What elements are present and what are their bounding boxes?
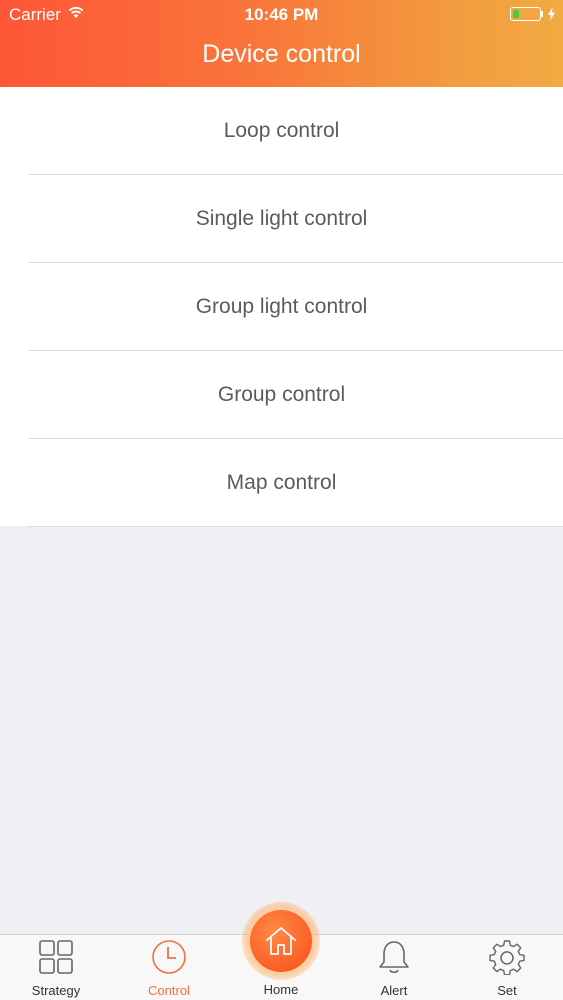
menu-item-label: Map control (226, 471, 337, 494)
charging-bolt-icon (547, 7, 556, 26)
tab-alert[interactable]: Alert (338, 935, 450, 1000)
tab-label-control: Control (148, 983, 190, 998)
menu-item-single-light-control[interactable]: Single light control (0, 175, 563, 263)
grid-icon (39, 940, 73, 974)
clock-icon (152, 940, 186, 974)
status-time: 10:46 PM (244, 5, 319, 24)
tab-set[interactable]: Set (451, 935, 563, 1000)
menu-item-label: Group control (217, 383, 346, 406)
control-menu: Loop control Single light control Group … (0, 87, 563, 527)
navigation-header: Carrier 10:46 PM Device control (0, 0, 563, 87)
tab-label-home: Home (263, 982, 299, 997)
menu-item-label: Group light control (195, 295, 368, 318)
battery-tip (541, 11, 543, 17)
battery-icon (510, 7, 541, 21)
tab-strategy[interactable]: Strategy (0, 935, 112, 1000)
page-title: Device control (202, 40, 361, 68)
menu-item-group-control[interactable]: Group control (0, 351, 563, 439)
tab-label-strategy: Strategy (31, 983, 81, 998)
home-icon (266, 927, 296, 955)
tab-control[interactable]: Control (113, 935, 225, 1000)
menu-item-label: Single light control (195, 207, 368, 230)
battery-level (512, 9, 519, 18)
bell-icon (379, 941, 409, 974)
menu-item-loop-control[interactable]: Loop control (0, 87, 563, 175)
status-bar: Carrier 10:46 PM (0, 0, 563, 28)
menu-divider (28, 526, 563, 527)
tab-home[interactable] (250, 910, 312, 972)
tab-label-alert: Alert (380, 983, 408, 998)
gear-icon (489, 940, 525, 975)
menu-item-map-control[interactable]: Map control (0, 439, 563, 527)
menu-item-label: Loop control (223, 119, 340, 142)
tab-label-set: Set (497, 983, 517, 998)
menu-item-group-light-control[interactable]: Group light control (0, 263, 563, 351)
